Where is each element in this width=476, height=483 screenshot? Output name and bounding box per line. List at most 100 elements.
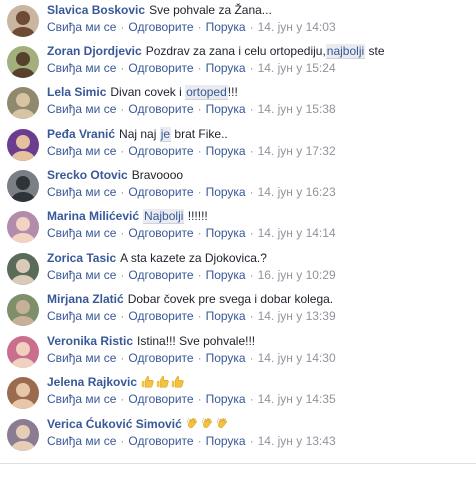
avatar[interactable] [7, 377, 39, 409]
comment-text: !!!!!! [184, 209, 208, 223]
message-button[interactable]: Порука [206, 102, 246, 116]
message-button[interactable]: Порука [206, 434, 246, 448]
thumbs-up-icon [156, 375, 169, 388]
message-button[interactable]: Порука [206, 61, 246, 75]
comment-timestamp[interactable]: 14. јун у 17:32 [258, 144, 336, 158]
like-button[interactable]: Свиђа ми се [47, 351, 116, 365]
comment-author-link[interactable]: Zorica Tasic [47, 251, 116, 265]
reply-button[interactable]: Одговорите [128, 20, 193, 34]
avatar[interactable] [7, 170, 39, 202]
reply-button[interactable]: Одговорите [128, 144, 193, 158]
thumbs-up-icon [141, 375, 154, 388]
comment-author-link[interactable]: Peđa Vranić [47, 127, 115, 141]
reply-button[interactable]: Одговорите [128, 392, 193, 406]
message-button[interactable]: Порука [206, 268, 246, 282]
like-button[interactable]: Свиђа ми се [47, 268, 116, 282]
separator-dot: · [120, 434, 125, 448]
message-button[interactable]: Порука [206, 144, 246, 158]
avatar[interactable] [7, 211, 39, 243]
avatar[interactable] [7, 5, 39, 37]
separator-dot: · [249, 102, 254, 116]
message-button[interactable]: Порука [206, 351, 246, 365]
separator-dot: · [197, 309, 202, 323]
like-button[interactable]: Свиђа ми се [47, 226, 116, 240]
highlighted-word: najbolji [325, 44, 366, 59]
comment-author-link[interactable]: Srecko Otovic [47, 168, 128, 182]
separator-dot: · [197, 268, 202, 282]
comment-timestamp[interactable]: 14. јун у 14:30 [258, 351, 336, 365]
like-button[interactable]: Свиђа ми се [47, 144, 116, 158]
reply-button[interactable]: Одговорите [128, 61, 193, 75]
message-button[interactable]: Порука [206, 309, 246, 323]
separator-dot: · [249, 185, 254, 199]
reply-button[interactable]: Одговорите [128, 185, 193, 199]
avatar[interactable] [7, 336, 39, 368]
avatar[interactable] [7, 129, 39, 161]
comment-timestamp[interactable]: 14. јун у 13:39 [258, 309, 336, 323]
comment-author-link[interactable]: Marina Milićević [47, 209, 139, 223]
comment-author-link[interactable]: Veronika Ristic [47, 334, 133, 348]
comment-item: Veronika Ristic Istina!!! Sve pohvale!!! С… [0, 333, 476, 373]
separator-dot: · [120, 351, 125, 365]
comment-item: Marina Milićević Najbolji !!!!!! Свиђа ми … [0, 208, 476, 248]
separator-dot: · [197, 351, 202, 365]
like-button[interactable]: Свиђа ми се [47, 392, 116, 406]
separator-dot: · [120, 309, 125, 323]
comment-author-link[interactable]: Verica Ćuković Simović [47, 417, 182, 431]
separator-dot: · [197, 102, 202, 116]
clapping-hands-icon [216, 417, 229, 430]
comment-item: Peđa Vranić Naj naj je brat Fike.. Свиђа м… [0, 126, 476, 166]
separator-dot: · [197, 185, 202, 199]
comment-author-link[interactable]: Jelena Rajkovic [47, 375, 137, 389]
separator-dot: · [249, 351, 254, 365]
comment-text: Dobar čovek pre svega i dobar kolega. [127, 292, 334, 306]
comment-text: Istina!!! Sve pohvale!!! [137, 334, 256, 348]
clapping-hands-icon [201, 417, 214, 430]
reply-button[interactable]: Одговорите [128, 351, 193, 365]
separator-dot: · [249, 268, 254, 282]
separator-dot: · [249, 144, 254, 158]
comment-timestamp[interactable]: 14. јун у 13:43 [258, 434, 336, 448]
comment-timestamp[interactable]: 14. јун у 15:38 [258, 102, 336, 116]
comment-author-link[interactable]: Mirjana Zlatić [47, 292, 124, 306]
comment-timestamp[interactable]: 16. јун у 10:29 [258, 268, 336, 282]
comment-timestamp[interactable]: 14. јун у 16:23 [258, 185, 336, 199]
highlighted-word: je [159, 127, 172, 142]
separator-dot: · [120, 20, 125, 34]
like-button[interactable]: Свиђа ми се [47, 309, 116, 323]
comment-timestamp[interactable]: 14. јун у 14:35 [258, 392, 336, 406]
like-button[interactable]: Свиђа ми се [47, 185, 116, 199]
reply-button[interactable]: Одговорите [128, 309, 193, 323]
comment-timestamp[interactable]: 14. јун у 14:14 [258, 226, 336, 240]
message-button[interactable]: Порука [206, 20, 246, 34]
comment-author-link[interactable]: Zoran Djordjevic [47, 44, 142, 58]
reply-button[interactable]: Одговорите [128, 226, 193, 240]
avatar[interactable] [7, 87, 39, 119]
comment-timestamp[interactable]: 14. јун у 14:03 [258, 20, 336, 34]
comment-author-link[interactable]: Slavica Boskovic [47, 3, 145, 17]
like-button[interactable]: Свиђа ми се [47, 434, 116, 448]
comment-timestamp[interactable]: 14. јун у 15:24 [258, 61, 336, 75]
comment-item: Slavica Boskovic Sve pohvale za Žana... Св… [0, 2, 476, 42]
avatar[interactable] [7, 253, 39, 285]
comment-item: Jelena Rajkovic Свиђа ми се · Одговорите · По… [0, 374, 476, 414]
message-button[interactable]: Порука [206, 185, 246, 199]
comment-item: Lela Simic Divan covek i ortoped!!! Свиђа … [0, 84, 476, 124]
separator-dot: · [120, 185, 125, 199]
comment-author-link[interactable]: Lela Simic [47, 85, 106, 99]
like-button[interactable]: Свиђа ми се [47, 20, 116, 34]
avatar[interactable] [7, 294, 39, 326]
message-button[interactable]: Порука [206, 226, 246, 240]
comment-text: A sta kazete za Djokovica.? [120, 251, 267, 265]
reply-button[interactable]: Одговорите [128, 102, 193, 116]
message-button[interactable]: Порука [206, 392, 246, 406]
reply-button[interactable]: Одговорите [128, 268, 193, 282]
like-button[interactable]: Свиђа ми се [47, 61, 116, 75]
like-button[interactable]: Свиђа ми се [47, 102, 116, 116]
avatar[interactable] [7, 419, 39, 451]
separator-dot: · [197, 392, 202, 406]
comment-item: Zorica Tasic A sta kazete za Djokovica.? С… [0, 250, 476, 290]
avatar[interactable] [7, 46, 39, 78]
separator-dot: · [249, 434, 254, 448]
reply-button[interactable]: Одговорите [128, 434, 193, 448]
